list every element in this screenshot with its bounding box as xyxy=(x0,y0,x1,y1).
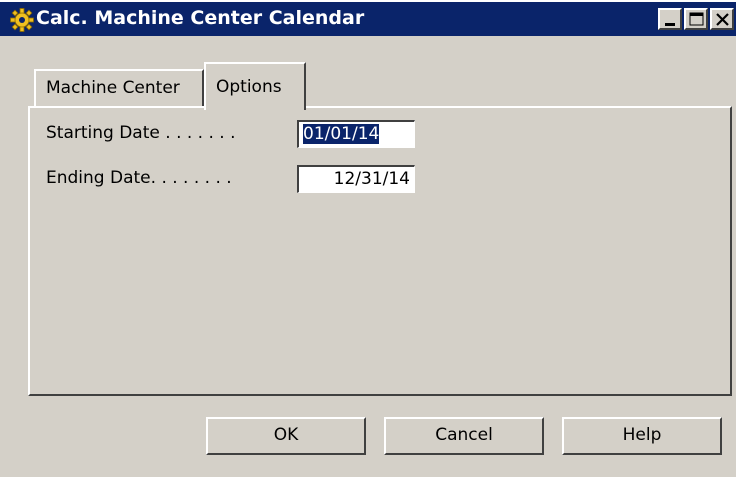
dialog-window: Calc. Machine Center Calendar Machine Ce… xyxy=(0,0,736,477)
maximize-button[interactable] xyxy=(684,8,708,30)
ending-date-label: Ending Date. . . . . . . . xyxy=(46,168,232,188)
minimize-button[interactable] xyxy=(658,8,682,30)
minimize-icon xyxy=(665,23,675,26)
starting-date-label: Starting Date . . . . . . . xyxy=(46,123,236,143)
tab-options[interactable]: Options xyxy=(204,62,306,110)
maximize-icon xyxy=(689,12,704,26)
tab-label: Machine Center xyxy=(46,78,180,98)
ending-date-field[interactable]: 12/31/14 xyxy=(297,165,415,193)
tab-machine-center[interactable]: Machine Center xyxy=(34,69,204,107)
options-panel xyxy=(28,106,732,396)
gear-icon xyxy=(10,8,34,32)
title-bar[interactable]: Calc. Machine Center Calendar xyxy=(0,0,736,36)
ok-button[interactable]: OK xyxy=(206,417,366,455)
window-title: Calc. Machine Center Calendar xyxy=(36,7,365,29)
close-icon xyxy=(716,13,729,26)
tab-label: Options xyxy=(216,77,282,97)
close-button[interactable] xyxy=(710,8,734,30)
cancel-button[interactable]: Cancel xyxy=(384,417,544,455)
help-button[interactable]: Help xyxy=(562,417,722,455)
ending-date-value: 12/31/14 xyxy=(333,169,410,189)
starting-date-value: 01/01/14 xyxy=(303,124,380,144)
starting-date-field[interactable]: 01/01/14 xyxy=(297,120,415,148)
